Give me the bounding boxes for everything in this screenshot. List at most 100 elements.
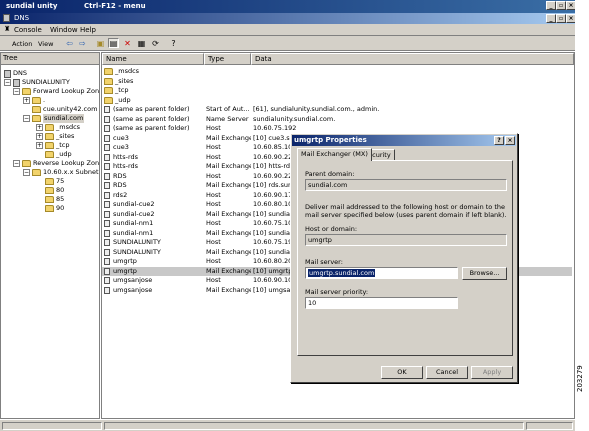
forward-icon[interactable]: ⇨ <box>77 38 88 48</box>
tree-item-dns[interactable]: DNS <box>4 69 27 78</box>
help-icon[interactable]: ? <box>168 38 179 48</box>
record-icon <box>104 220 110 228</box>
record-type: Host <box>206 276 221 284</box>
refresh-icon[interactable]: ⟳ <box>150 38 161 48</box>
folder-icon <box>45 196 54 203</box>
table-row[interactable]: (same as parent folder) Start of Aut... [6… <box>102 105 572 115</box>
tree-item-reverse-zones[interactable]: − Reverse Lookup Zones <box>13 159 99 168</box>
tree-item-sundial-zone[interactable]: − sundial.com <box>23 114 85 123</box>
tree-item-90[interactable]: 90 <box>45 204 64 213</box>
column-header-name[interactable]: Name <box>102 53 204 65</box>
tree-item-udp[interactable]: _udp <box>45 150 72 159</box>
table-row[interactable]: _tcp <box>102 86 572 96</box>
child-minimize-icon[interactable]: _ <box>546 14 556 23</box>
record-type: Host <box>206 200 221 208</box>
record-type: Host <box>206 171 221 180</box>
record-icon <box>104 191 110 199</box>
folder-icon <box>104 87 113 95</box>
tree-tab[interactable]: Tree <box>1 53 99 65</box>
cancel-button[interactable]: Cancel <box>426 366 468 379</box>
table-row[interactable]: _sites <box>102 77 572 87</box>
back-icon[interactable]: ⇦ <box>64 38 75 48</box>
properties-icon[interactable]: ▦ <box>136 38 147 48</box>
folder-icon <box>22 160 31 167</box>
expand-icon[interactable]: + <box>36 124 43 131</box>
minimize-icon[interactable]: _ <box>546 1 556 10</box>
tree-pane: Tree DNS − SUNDIALUNITY − Forward Lookup Z… <box>0 52 100 419</box>
tree-item-sites[interactable]: + _sites <box>36 132 74 141</box>
apply-button[interactable]: Apply <box>471 366 513 379</box>
restore-icon[interactable]: ▫ <box>556 1 566 10</box>
dns-window-title-bar: DNS _ ▫ × <box>0 13 576 24</box>
delete-icon[interactable]: ✕ <box>122 38 133 48</box>
table-row[interactable]: (same as parent folder) Name Server sundia… <box>102 115 572 125</box>
tree-item-85[interactable]: 85 <box>45 195 64 204</box>
collapse-icon[interactable]: − <box>4 79 11 86</box>
ok-button[interactable]: OK <box>381 366 423 379</box>
window-title: DNS <box>14 14 30 22</box>
dialog-help-icon[interactable]: ? <box>494 136 504 145</box>
record-type: Mail Exchanger <box>206 228 251 237</box>
mail-server-input[interactable]: umgrtp.sundial.com <box>305 267 458 279</box>
record-name: sundial-nm1 <box>113 219 154 227</box>
record-icon <box>104 267 110 275</box>
record-type: Start of Aut... <box>206 105 250 113</box>
parent-domain-field: sundial.com <box>305 179 507 191</box>
collapse-icon[interactable]: − <box>13 160 20 167</box>
mail-server-value: umgrtp.sundial.com <box>308 269 376 277</box>
tree-item-subnet[interactable]: −10.60.x.x Subnet <box>23 168 99 177</box>
menu-window[interactable]: Window <box>50 26 78 34</box>
record-type: Host <box>206 219 221 227</box>
folder-icon <box>104 68 113 76</box>
mx-description: Deliver mail addressed to the following … <box>305 203 507 219</box>
collapse-icon[interactable]: − <box>13 88 20 95</box>
column-header-data[interactable]: Data <box>251 53 574 65</box>
properties-dialog: umgrtp Properties ? × Mail Exchanger (MX… <box>290 133 518 383</box>
record-name: umgrtp <box>113 257 137 265</box>
record-name: RDS <box>113 171 127 180</box>
record-icon <box>104 163 110 171</box>
collapse-icon[interactable]: − <box>23 115 30 122</box>
tree-item-root-zone[interactable]: +. <box>23 96 45 105</box>
record-icon <box>104 210 110 218</box>
menu-help[interactable]: Help <box>80 26 96 34</box>
record-icon <box>104 106 110 114</box>
tree-item-server[interactable]: − SUNDIALUNITY <box>4 78 70 87</box>
tree-item-75[interactable]: 75 <box>45 177 64 186</box>
folder-icon <box>104 77 113 85</box>
action-menu[interactable]: Action <box>12 40 32 48</box>
table-row[interactable]: _msdcs <box>102 67 572 77</box>
expand-icon[interactable]: + <box>23 97 30 104</box>
folder-icon <box>45 142 54 149</box>
tree-item-cue-zone[interactable]: cue.unity42.com <box>32 105 97 114</box>
tree-item-tcp[interactable]: + _tcp <box>36 141 70 150</box>
view-menu[interactable]: View <box>38 40 53 48</box>
browse-button[interactable]: Browse... <box>462 267 507 280</box>
menu-console[interactable]: Console <box>14 26 42 34</box>
priority-input[interactable]: 10 <box>305 297 458 309</box>
up-folder-icon[interactable]: ▣ <box>95 38 106 48</box>
expand-icon[interactable]: + <box>36 133 43 140</box>
record-name: htts-rds <box>113 152 139 161</box>
host-field: umgrtp <box>305 234 507 246</box>
tab-mail-exchanger[interactable]: Mail Exchanger (MX) <box>297 148 372 161</box>
table-row[interactable]: _udp <box>102 96 572 106</box>
show-tree-icon[interactable]: ▤ <box>108 38 119 48</box>
column-header-type[interactable]: Type <box>204 53 251 65</box>
record-name: SUNDIALUNITY <box>113 238 161 246</box>
child-restore-icon[interactable]: ▫ <box>556 14 566 23</box>
record-name: umgrtp <box>113 266 137 275</box>
tree-item-80[interactable]: 80 <box>45 186 64 195</box>
collapse-icon[interactable]: − <box>23 169 30 176</box>
mail-server-label: Mail server: <box>305 258 343 266</box>
record-name: sundial-nm1 <box>113 228 154 237</box>
dialog-close-icon[interactable]: × <box>505 136 515 145</box>
tree-item-msdcs[interactable]: + _msdcs <box>36 123 80 132</box>
record-name: sundial-cue2 <box>113 200 155 208</box>
record-icon <box>104 248 110 256</box>
record-name: _msdcs <box>115 67 140 75</box>
expand-icon[interactable]: + <box>36 142 43 149</box>
record-type: Mail Exchanger <box>206 266 251 275</box>
record-name: (same as parent folder) <box>113 124 190 132</box>
tree-item-forward-zones[interactable]: − Forward Lookup Zones <box>13 87 99 96</box>
